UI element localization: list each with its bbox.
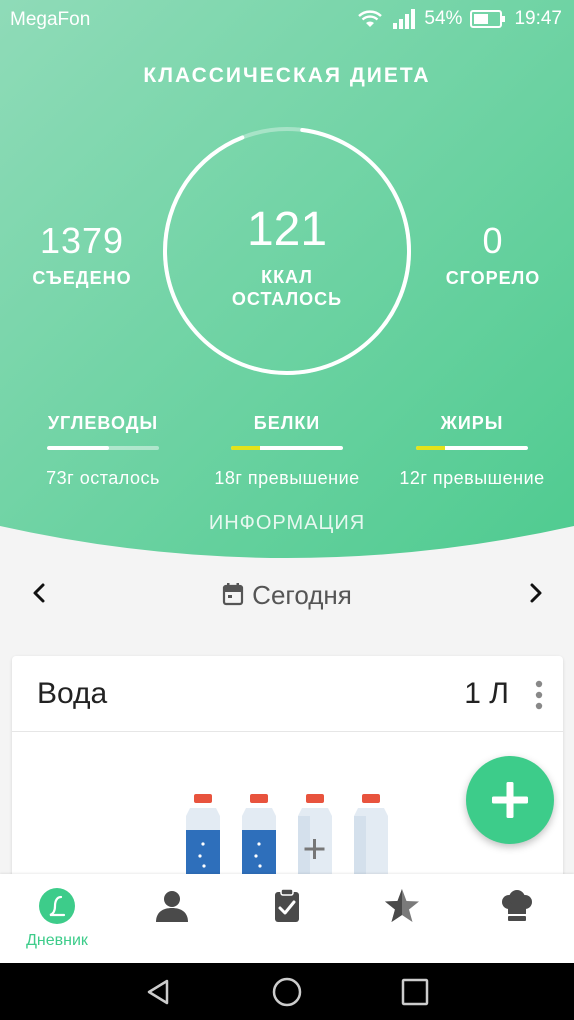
summary-header: MegaFon 54% 19:47 КЛАССИЧЕСКАЯ ДИЕТА 137… — [0, 0, 574, 600]
battery-percent: 54% — [424, 8, 463, 29]
macro-status: 12г превышение — [399, 468, 545, 488]
water-title: Вода — [37, 677, 108, 710]
macro-progress-bar — [231, 446, 343, 450]
water-card-header: Вода 1 Л — [12, 656, 563, 732]
date-selector[interactable]: Сегодня — [0, 580, 574, 611]
clock: 19:47 — [514, 8, 562, 29]
back-icon[interactable] — [143, 977, 173, 1007]
macro-name: ЖИРЫ — [440, 413, 504, 433]
macro-progress-bar — [416, 446, 528, 450]
macro-fat: ЖИРЫ 12г превышение — [382, 413, 562, 489]
macro-carbs: УГЛЕВОДЫ 73г осталось — [13, 413, 193, 489]
date-navigation: Сегодня — [0, 570, 574, 620]
star-icon — [385, 889, 419, 922]
eaten-value: 1379 — [39, 220, 125, 261]
nav-item-diary[interactable]: Дневник — [0, 874, 114, 963]
wifi-icon — [358, 10, 383, 27]
bottom-navigation: Дневник — [0, 874, 574, 963]
add-button[interactable] — [466, 756, 554, 844]
water-amount: 1 Л — [464, 677, 509, 710]
nav-item-tasks[interactable] — [230, 874, 344, 963]
burned-value: 0 — [482, 220, 504, 261]
macro-progress-bar — [47, 446, 159, 450]
diary-icon — [39, 888, 75, 924]
recents-icon[interactable] — [400, 977, 430, 1007]
diet-title[interactable]: КЛАССИЧЕСКАЯ ДИЕТА — [0, 64, 574, 88]
kcal-label: ККАЛ — [261, 267, 313, 287]
nav-item-profile[interactable] — [115, 874, 229, 963]
burned-stat: 0 СГОРЕЛО — [413, 220, 573, 289]
plus-icon — [492, 782, 528, 818]
carrier-name: MegaFon — [10, 9, 91, 30]
clipboard-check-icon — [275, 888, 299, 922]
calories-remaining-value: 121 — [246, 203, 328, 256]
nav-item-favorites[interactable] — [345, 874, 459, 963]
signal-icon — [393, 9, 416, 29]
chevron-right-icon[interactable] — [521, 578, 551, 608]
app-screen: MegaFon 54% 19:47 КЛАССИЧЕСКАЯ ДИЕТА 137… — [0, 0, 574, 1020]
eaten-stat: 1379 СЪЕДЕНО — [2, 220, 162, 289]
eaten-label: СЪЕДЕНО — [32, 268, 132, 288]
macro-status: 18г превышение — [214, 468, 360, 488]
status-bar: MegaFon 54% 19:47 — [0, 0, 574, 40]
calories-remaining-label: ККАЛ ОСТАЛОСЬ — [160, 266, 414, 310]
nav-label-diary: Дневник — [26, 932, 88, 949]
macro-protein: БЕЛКИ 18г превышение — [197, 413, 377, 489]
date-label: Сегодня — [252, 580, 352, 610]
macro-name: БЕЛКИ — [253, 413, 321, 433]
burned-label: СГОРЕЛО — [445, 268, 541, 288]
more-vert-icon[interactable] — [535, 680, 543, 710]
macro-name: УГЛЕВОДЫ — [47, 413, 159, 433]
macro-status: 73г осталось — [46, 468, 160, 488]
chef-hat-icon — [502, 890, 532, 921]
calendar-icon — [223, 583, 244, 606]
nav-item-recipes[interactable] — [460, 874, 574, 963]
remaining-label: ОСТАЛОСЬ — [231, 289, 343, 309]
battery-icon — [470, 10, 506, 28]
profile-icon — [156, 891, 188, 922]
system-navigation-bar — [0, 963, 574, 1020]
info-link[interactable]: ИНФОРМАЦИЯ — [0, 512, 574, 535]
home-icon[interactable] — [271, 977, 303, 1007]
